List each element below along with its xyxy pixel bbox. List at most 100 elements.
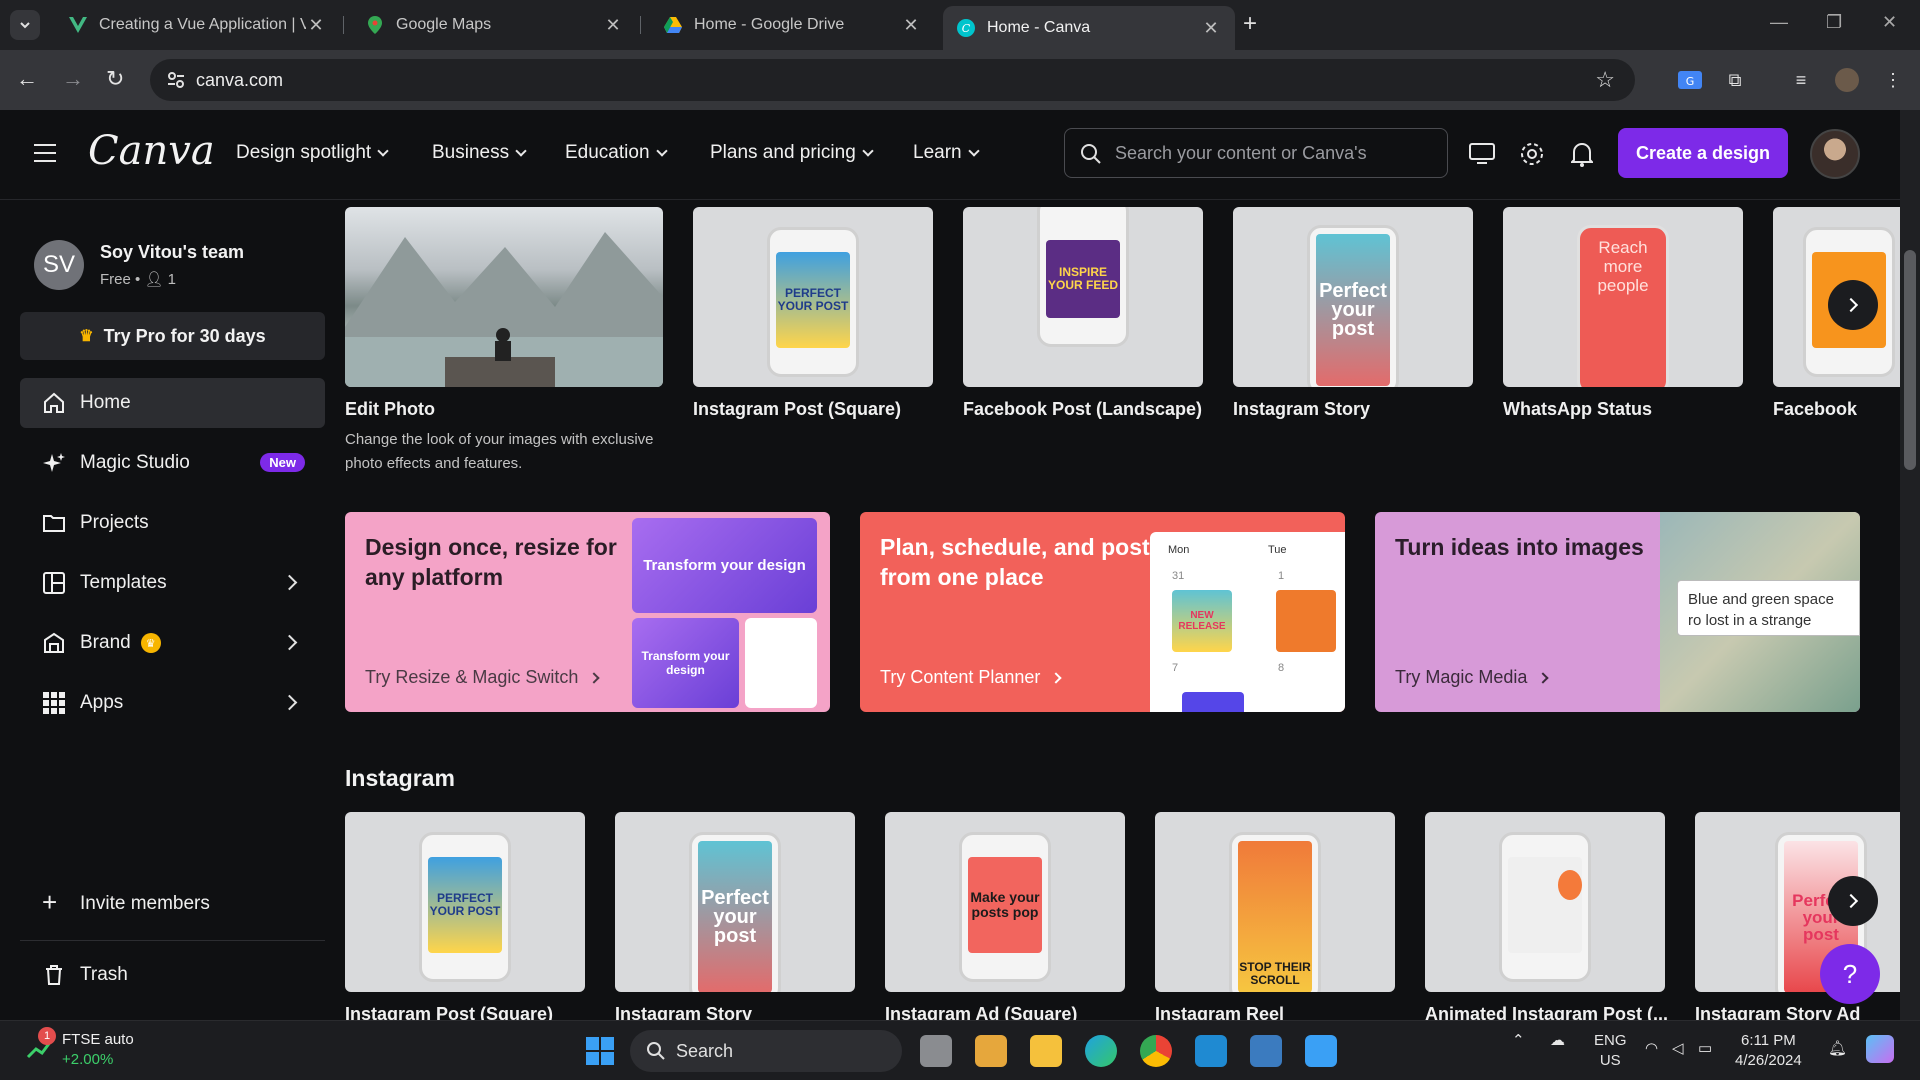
browser-menu-icon[interactable]: ⋮ [1880, 67, 1906, 93]
design-card-whatsapp-status[interactable]: Reach more people WhatsApp Status [1503, 207, 1743, 420]
design-card-instagram-story-2[interactable]: Perfect your post Instagram Story [615, 812, 855, 1020]
menu-icon[interactable] [34, 144, 56, 168]
close-icon[interactable]: ✕ [1201, 18, 1221, 39]
carousel-next-button[interactable] [1828, 280, 1878, 330]
sidebar-item-projects[interactable]: Projects [20, 498, 325, 548]
help-button[interactable]: ? [1820, 944, 1880, 1004]
design-card-instagram-reel[interactable]: STOP THEIR SCROLL Instagram Reel [1155, 812, 1395, 1020]
tab-google-drive[interactable]: Home - Google Drive ✕ [650, 6, 935, 44]
windows-start-icon[interactable] [584, 1035, 616, 1067]
sidebar-item-trash[interactable]: Trash [20, 950, 325, 1000]
tab-canva[interactable]: C Home - Canva ✕ [943, 6, 1235, 50]
team-avatar[interactable]: SV [34, 240, 84, 290]
close-window-button[interactable]: ✕ [1882, 12, 1897, 33]
notification-bell-icon[interactable]: 🔔︎ [1828, 1039, 1847, 1059]
promo-link[interactable]: Try Magic Media [1395, 667, 1550, 688]
media-control-icon[interactable]: ≡ [1788, 67, 1814, 93]
clock[interactable]: 6:11 PM 4/26/2024 [1735, 1031, 1802, 1071]
promo-art: Transform your design [632, 518, 817, 613]
nav-education[interactable]: Education [565, 142, 668, 164]
promo-heading: Plan, schedule, and post from one place [880, 534, 1150, 590]
forward-button[interactable]: → [62, 66, 84, 92]
chevron-down-icon [20, 22, 30, 29]
tab-search-button[interactable] [10, 10, 40, 40]
profile-icon[interactable] [1834, 67, 1860, 93]
chrome-icon[interactable] [1140, 1035, 1172, 1067]
taskbar-search[interactable]: Search [630, 1030, 902, 1072]
microsoft-store-icon[interactable] [975, 1035, 1007, 1067]
mockup-text: Make your posts pop [968, 857, 1042, 953]
back-button[interactable]: ← [16, 66, 38, 92]
nav-business[interactable]: Business [432, 142, 527, 164]
design-card-instagram-story[interactable]: Perfect your post Instagram Story [1233, 207, 1473, 420]
scrollbar-thumb[interactable] [1904, 250, 1916, 470]
bookmark-star-icon[interactable]: ☆ [1595, 67, 1615, 93]
close-icon[interactable]: ✕ [306, 15, 326, 36]
edge-icon[interactable] [1085, 1035, 1117, 1067]
settings-gear-icon[interactable] [1518, 140, 1546, 168]
design-card-instagram-ad[interactable]: Make your posts pop Instagram Ad (Square… [885, 812, 1125, 1020]
promo-art-doc [745, 618, 817, 708]
design-card-edit-photo[interactable]: Edit Photo Change the look of your image… [345, 207, 663, 476]
sidebar-item-magic-studio[interactable]: Magic Studio New [20, 438, 325, 488]
design-card-facebook-post[interactable]: INSPIRE YOUR FEED Facebook Post (Landsca… [963, 207, 1203, 420]
create-design-button[interactable]: Create a design [1618, 128, 1788, 178]
promo-link[interactable]: Try Resize & Magic Switch [365, 667, 601, 688]
tab-vue[interactable]: Creating a Vue Application | Vue ✕ [55, 6, 340, 44]
page-scrollbar[interactable] [1900, 110, 1920, 1020]
close-icon[interactable]: ✕ [603, 15, 623, 36]
sidebar-item-brand[interactable]: Brand ♛ [20, 618, 325, 668]
tab-google-maps[interactable]: Google Maps ✕ [352, 6, 637, 44]
onedrive-icon[interactable]: ☁ [1550, 1031, 1565, 1051]
promo-magic-media[interactable]: Turn ideas into images Try Magic Media B… [1375, 512, 1860, 712]
task-view-icon[interactable] [920, 1035, 952, 1067]
team-name[interactable]: Soy Vitou's team [100, 242, 244, 263]
search-input[interactable]: Search your content or Canva's [1064, 128, 1448, 178]
card-title: Instagram Story [615, 1004, 753, 1020]
volume-icon[interactable]: ◁ [1672, 1039, 1684, 1059]
phone-mockup: PERFECT YOUR POST [767, 227, 859, 377]
phone-mockup: STOP THEIR SCROLL [1229, 832, 1321, 992]
minimize-button[interactable]: — [1770, 12, 1788, 33]
invite-members-button[interactable]: + Invite members [20, 879, 325, 929]
promo-link[interactable]: Try Content Planner [880, 667, 1063, 688]
vscode-icon[interactable] [1195, 1035, 1227, 1067]
card-title: Instagram Story [1233, 399, 1371, 419]
nav-learn[interactable]: Learn [913, 142, 980, 164]
nav-label: Learn [913, 142, 962, 163]
restore-button[interactable]: ❐ [1826, 12, 1842, 33]
file-explorer-icon[interactable] [1030, 1035, 1062, 1067]
design-card-instagram-post[interactable]: PERFECT YOUR POST Instagram Post (Square… [693, 207, 933, 420]
design-card-instagram-post-square[interactable]: PERFECT YOUR POST Instagram Post (Square… [345, 812, 585, 1020]
nav-plans-pricing[interactable]: Plans and pricing [710, 142, 874, 164]
translate-icon[interactable]: G [1677, 67, 1703, 93]
promo-content-planner[interactable]: Plan, schedule, and post from one place … [860, 512, 1345, 712]
notifications-bell-icon[interactable] [1568, 140, 1596, 168]
desktop-app-icon[interactable] [1468, 140, 1496, 168]
language-indicator[interactable]: ENG US [1594, 1031, 1627, 1071]
user-avatar[interactable] [1810, 129, 1860, 179]
canva-logo[interactable]: Canva [88, 128, 215, 174]
stock-chart-icon[interactable]: 1 [26, 1027, 56, 1061]
nav-design-spotlight[interactable]: Design spotlight [236, 142, 389, 164]
close-icon[interactable]: ✕ [901, 15, 921, 36]
try-pro-button[interactable]: ♛ Try Pro for 30 days [20, 312, 325, 360]
reload-button[interactable]: ↻ [106, 66, 124, 92]
extensions-icon[interactable]: ⧉ [1722, 67, 1748, 93]
python-icon[interactable] [1250, 1035, 1282, 1067]
carousel-next-button[interactable] [1828, 876, 1878, 926]
notepad-icon[interactable] [1305, 1035, 1337, 1067]
tray-overflow-icon[interactable]: ⌃ [1512, 1031, 1525, 1051]
new-tab-button[interactable]: + [1243, 10, 1257, 38]
sidebar-item-templates[interactable]: Templates [20, 558, 325, 608]
design-card-animated-instagram-post[interactable]: Animated Instagram Post (... [1425, 812, 1668, 1020]
copilot-icon[interactable] [1866, 1035, 1894, 1063]
promo-resize[interactable]: Design once, resize for any platform Try… [345, 512, 830, 712]
site-settings-icon[interactable] [166, 70, 186, 90]
battery-icon[interactable]: ▭ [1698, 1039, 1712, 1059]
address-bar[interactable]: canva.com ☆ [150, 59, 1635, 101]
wifi-icon[interactable]: ◠ [1645, 1039, 1658, 1059]
sidebar-item-apps[interactable]: Apps [20, 678, 325, 728]
sidebar-item-home[interactable]: Home [20, 378, 325, 428]
nav-label: Design spotlight [236, 142, 372, 163]
